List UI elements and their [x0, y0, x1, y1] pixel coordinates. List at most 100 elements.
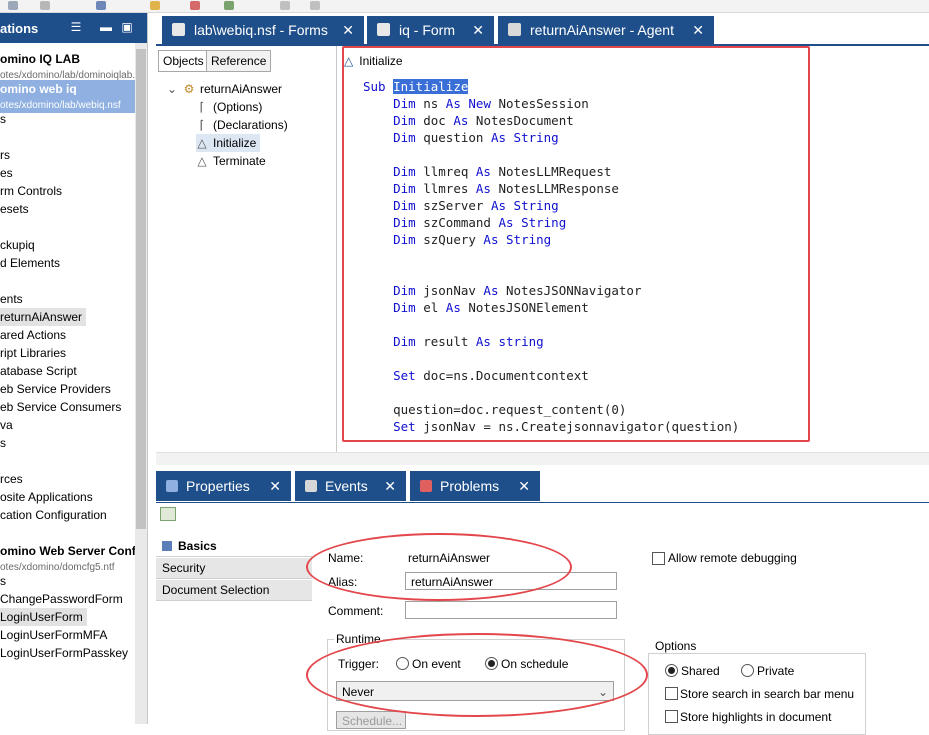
toolbar-build-icon[interactable] [224, 1, 234, 10]
section-basics[interactable]: Basics [156, 536, 312, 557]
chevron-down-icon[interactable]: ⌄ [166, 80, 178, 98]
nav-item[interactable]: rces [0, 470, 23, 488]
comment-field[interactable] [405, 601, 617, 619]
comment-label: Comment: [328, 604, 384, 618]
section-security[interactable]: Security [156, 558, 312, 579]
nav-item-label: returnAiAnswer [0, 310, 83, 324]
nav-item-label: eb Service Consumers [0, 400, 122, 414]
nav-item-label: es [0, 166, 13, 180]
nav-item-label: otes/xdomino/lab/webiq.nsf [0, 100, 121, 111]
tree-item-label: (Options) [213, 100, 263, 114]
nav-item[interactable]: s [0, 572, 6, 590]
tree-item-declarations[interactable]: ⌈ (Declarations) [196, 116, 288, 134]
close-icon[interactable]: ✕ [472, 16, 484, 44]
close-icon[interactable]: ✕ [692, 16, 704, 44]
annotation-oval [306, 533, 572, 601]
toolbar-settings-icon[interactable] [40, 1, 50, 10]
problems-icon [420, 480, 432, 492]
basics-icon [162, 541, 172, 551]
toolbar-edit-icon[interactable] [150, 1, 160, 10]
option-private-radio[interactable] [741, 664, 754, 677]
nav-item[interactable]: atabase Script [0, 362, 77, 380]
close-icon[interactable]: ✕ [342, 16, 354, 44]
allow-remote-debugging-checkbox[interactable] [652, 552, 665, 565]
toolbar-run-icon[interactable] [190, 1, 200, 10]
store-search-checkbox[interactable] [665, 687, 678, 700]
nav-item[interactable]: ChangePasswordForm [0, 590, 123, 608]
annotation-box [342, 46, 810, 442]
nav-item[interactable]: LoginUserForm [0, 608, 87, 626]
nav-item-label: omino Web Server Configu [0, 544, 148, 558]
tab-events[interactable]: Events ✕ [295, 471, 406, 501]
applications-navigator: ations ☰ ▬ ▣ omino IQ LAB otes/xdomino/la… [0, 13, 148, 724]
nav-item[interactable]: es [0, 164, 13, 182]
maximize-icon[interactable]: ▣ [121, 21, 133, 33]
toolbar-forward-icon[interactable] [310, 1, 320, 10]
store-search-label: Store search in search bar menu [680, 687, 855, 701]
store-highlights-checkbox[interactable] [665, 710, 678, 723]
nav-item[interactable]: LoginUserFormPasskey [0, 644, 128, 662]
toolbar-back-icon[interactable] [280, 1, 290, 10]
tab-properties[interactable]: Properties ✕ [156, 471, 291, 501]
nav-item[interactable]: ckupiq [0, 236, 35, 254]
close-icon[interactable]: ✕ [384, 471, 396, 501]
nav-item[interactable]: otes/xdomino/lab/webiq.nsf [0, 95, 135, 113]
nav-item[interactable]: cation Configuration [0, 506, 107, 524]
nav-item[interactable]: LoginUserFormMFA [0, 626, 107, 644]
tree-root[interactable]: ⌄ ⚙ returnAiAnswer [166, 80, 282, 98]
tab-reference[interactable]: Reference [206, 50, 272, 72]
nav-item-label: omino IQ LAB [0, 52, 80, 66]
nav-item[interactable]: esets [0, 200, 29, 218]
options-label: Options [653, 639, 699, 653]
tab-label: iq - Form [399, 22, 455, 38]
editor-tab-bar: lab\webiq.nsf - Forms ✕ iq - Form ✕ retu… [156, 13, 929, 46]
nav-item[interactable]: d Elements [0, 254, 60, 272]
tab-label: returnAiAnswer - Agent [530, 22, 674, 38]
nav-item-label: otes/xdomino/domcfg5.ntf [0, 562, 115, 573]
nav-item[interactable]: s [0, 110, 6, 128]
nav-item[interactable]: eb Service Providers [0, 380, 111, 398]
nav-item-label: rm Controls [0, 184, 63, 198]
section-document-selection[interactable]: Document Selection [156, 580, 312, 601]
option-shared-label: Shared [681, 664, 720, 678]
nav-item[interactable]: eb Service Consumers [0, 398, 121, 416]
script-icon: ⌈ [199, 118, 205, 132]
tab-problems[interactable]: Problems ✕ [410, 471, 540, 501]
nav-item-label: ChangePasswordForm [0, 592, 123, 606]
tab-returnaianswer-agent[interactable]: returnAiAnswer - Agent ✕ [498, 16, 714, 44]
nav-item[interactable]: otes/xdomino/domcfg5.ntf [0, 557, 115, 575]
nav-item[interactable]: rs [0, 146, 10, 164]
toolbar-button-icon[interactable] [8, 1, 18, 10]
event-triangle-icon: △ [197, 154, 207, 168]
tab-label: Properties [186, 478, 250, 494]
schedule-button[interactable]: Schedule... [336, 711, 406, 729]
toolbar-debug-icon[interactable] [96, 1, 106, 10]
tree-item-initialize[interactable]: △ Initialize [196, 134, 261, 152]
nav-item-label: LoginUserFormMFA [0, 628, 108, 642]
nav-item[interactable]: va [0, 416, 13, 434]
minimize-icon[interactable]: ▬ [100, 21, 112, 33]
tree-item-terminate[interactable]: △ Terminate [196, 152, 265, 170]
pin-icon[interactable] [160, 507, 176, 521]
nav-item[interactable]: osite Applications [0, 488, 93, 506]
close-icon[interactable]: ✕ [269, 471, 281, 501]
nav-item-label: s [0, 574, 6, 588]
nav-item[interactable]: ents [0, 290, 23, 308]
tab-iq-form[interactable]: iq - Form ✕ [367, 16, 494, 44]
nav-item-label: rces [0, 472, 23, 486]
tab-objects[interactable]: Objects [158, 50, 209, 72]
nav-item[interactable]: returnAiAnswer [0, 308, 87, 326]
tree-item-options[interactable]: ⌈ (Options) [196, 98, 263, 116]
nav-item[interactable]: ript Libraries [0, 344, 66, 362]
nav-item[interactable]: s [0, 434, 6, 452]
tree-root-label: returnAiAnswer [200, 82, 283, 96]
close-icon[interactable]: ✕ [518, 471, 530, 501]
navigator-menu-icon[interactable]: ☰ [70, 21, 82, 33]
horizontal-scrollbar[interactable] [156, 452, 929, 465]
nav-item[interactable]: rm Controls [0, 182, 62, 200]
option-shared-radio[interactable] [665, 664, 678, 677]
nav-item[interactable]: ared Actions [0, 326, 66, 344]
tab-webiq-forms[interactable]: lab\webiq.nsf - Forms ✕ [162, 16, 364, 44]
navigator-scroll-thumb[interactable] [136, 49, 146, 529]
section-label: Basics [178, 539, 217, 553]
